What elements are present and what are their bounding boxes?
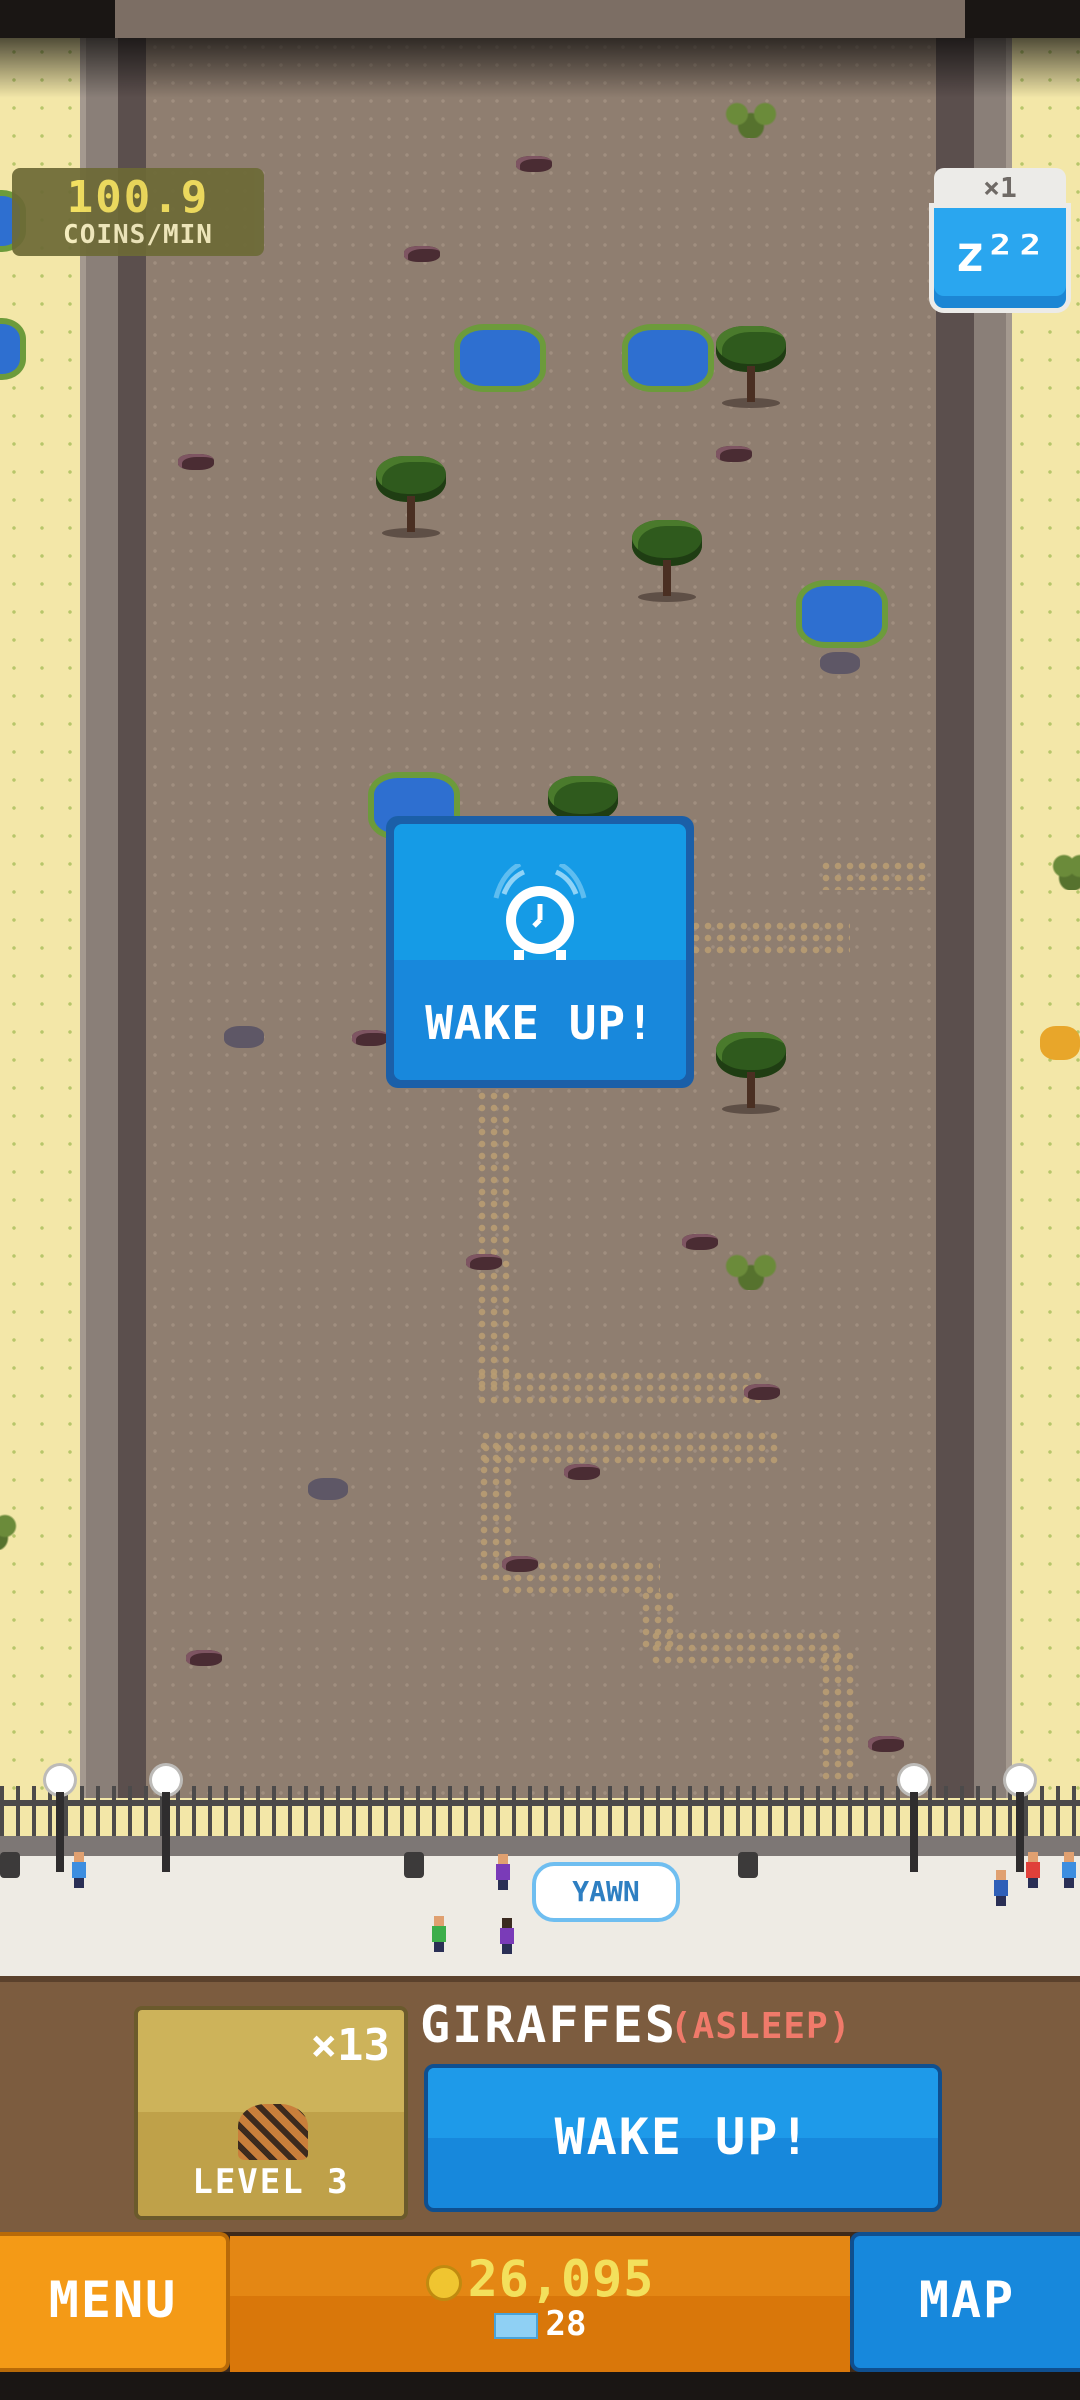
- rock: [868, 1736, 904, 1752]
- dirt-path: [476, 1090, 512, 1390]
- coin-icon: [425, 2264, 462, 2301]
- visitor[interactable]: [496, 1854, 510, 1890]
- rock: [352, 1030, 388, 1046]
- map-button[interactable]: MAP: [850, 2232, 1080, 2372]
- animal-name: GIRAFFES: [420, 1996, 677, 2054]
- rock: [716, 446, 752, 462]
- visitor[interactable]: [432, 1916, 446, 1952]
- visitor[interactable]: [994, 1870, 1008, 1906]
- popup-wake-up-label: WAKE UP!: [425, 996, 655, 1050]
- tree: [716, 326, 786, 408]
- trash-bin: [404, 1852, 424, 1878]
- sleep-speed-button[interactable]: ×1 z²²: [934, 168, 1066, 308]
- water-pond-outside: [0, 324, 20, 374]
- coin-amount: 26,095: [467, 2250, 655, 2308]
- rock: [682, 1234, 718, 1250]
- animal-count: ×13: [310, 2020, 390, 2071]
- top-bar-inner: [115, 0, 965, 38]
- tree: [632, 520, 702, 602]
- top-shade: [0, 38, 1080, 98]
- lion[interactable]: [1040, 1026, 1080, 1060]
- system-nav-strip: [0, 2372, 1080, 2400]
- coins-per-minute-badge: 100.9 COINS/MIN: [12, 168, 264, 256]
- giraffe-icon: [238, 2104, 308, 2160]
- dirt-path: [690, 920, 850, 954]
- street-lamp: [900, 1766, 928, 1872]
- rock: [466, 1254, 502, 1270]
- visitor[interactable]: [1026, 1852, 1040, 1888]
- gem-icon: [493, 2312, 538, 2339]
- dirt-path: [820, 860, 930, 890]
- street-lamp: [46, 1766, 74, 1872]
- zzz-icon[interactable]: z²²: [934, 208, 1066, 308]
- boulder: [224, 1026, 264, 1048]
- tree: [716, 1032, 786, 1114]
- alarm-clock-icon: [493, 864, 587, 960]
- rock: [564, 1464, 600, 1480]
- water-pond: [802, 586, 882, 642]
- dirt-path: [476, 1370, 766, 1404]
- coins-rate-value: 100.9: [66, 172, 210, 223]
- wake-up-popup[interactable]: WAKE UP!: [386, 816, 694, 1088]
- bush: [716, 1250, 786, 1290]
- bush-outside: [1052, 850, 1080, 890]
- trash-bin: [738, 1852, 758, 1878]
- gem-amount: 28: [545, 2304, 587, 2344]
- rock: [178, 454, 214, 470]
- boulder: [820, 652, 860, 674]
- dirt-path: [820, 1650, 854, 1780]
- tree: [376, 456, 446, 538]
- rock: [744, 1384, 780, 1400]
- sleep-multiplier: ×1: [934, 168, 1066, 208]
- animal-card[interactable]: ×13 LEVEL 3: [134, 2006, 408, 2220]
- coins-rate-unit: COINS/MIN: [63, 220, 213, 250]
- water-pond: [628, 330, 708, 386]
- top-bar: [0, 0, 1080, 38]
- animal-state: (ASLEEP): [670, 2006, 852, 2047]
- rock: [404, 246, 440, 262]
- dirt-path: [480, 1430, 780, 1464]
- trash-bin: [0, 1852, 20, 1878]
- dirt-path: [650, 1630, 840, 1664]
- enclosure-level: LEVEL 3: [192, 2162, 350, 2202]
- visitor[interactable]: [500, 1918, 514, 1954]
- water-pond: [460, 330, 540, 386]
- bush: [716, 98, 786, 138]
- wake-up-button[interactable]: WAKE UP!: [424, 2064, 942, 2212]
- street-lamp: [152, 1766, 180, 1872]
- boulder: [308, 1478, 348, 1500]
- wake-up-popup-body[interactable]: WAKE UP!: [394, 824, 686, 1080]
- visitor[interactable]: [72, 1852, 86, 1888]
- visitor-speech-bubble: YAWN: [532, 1862, 680, 1922]
- wake-up-button-label: WAKE UP!: [554, 2108, 812, 2166]
- rock: [502, 1556, 538, 1572]
- rock: [516, 156, 552, 172]
- rock: [186, 1650, 222, 1666]
- visitor[interactable]: [1062, 1852, 1076, 1888]
